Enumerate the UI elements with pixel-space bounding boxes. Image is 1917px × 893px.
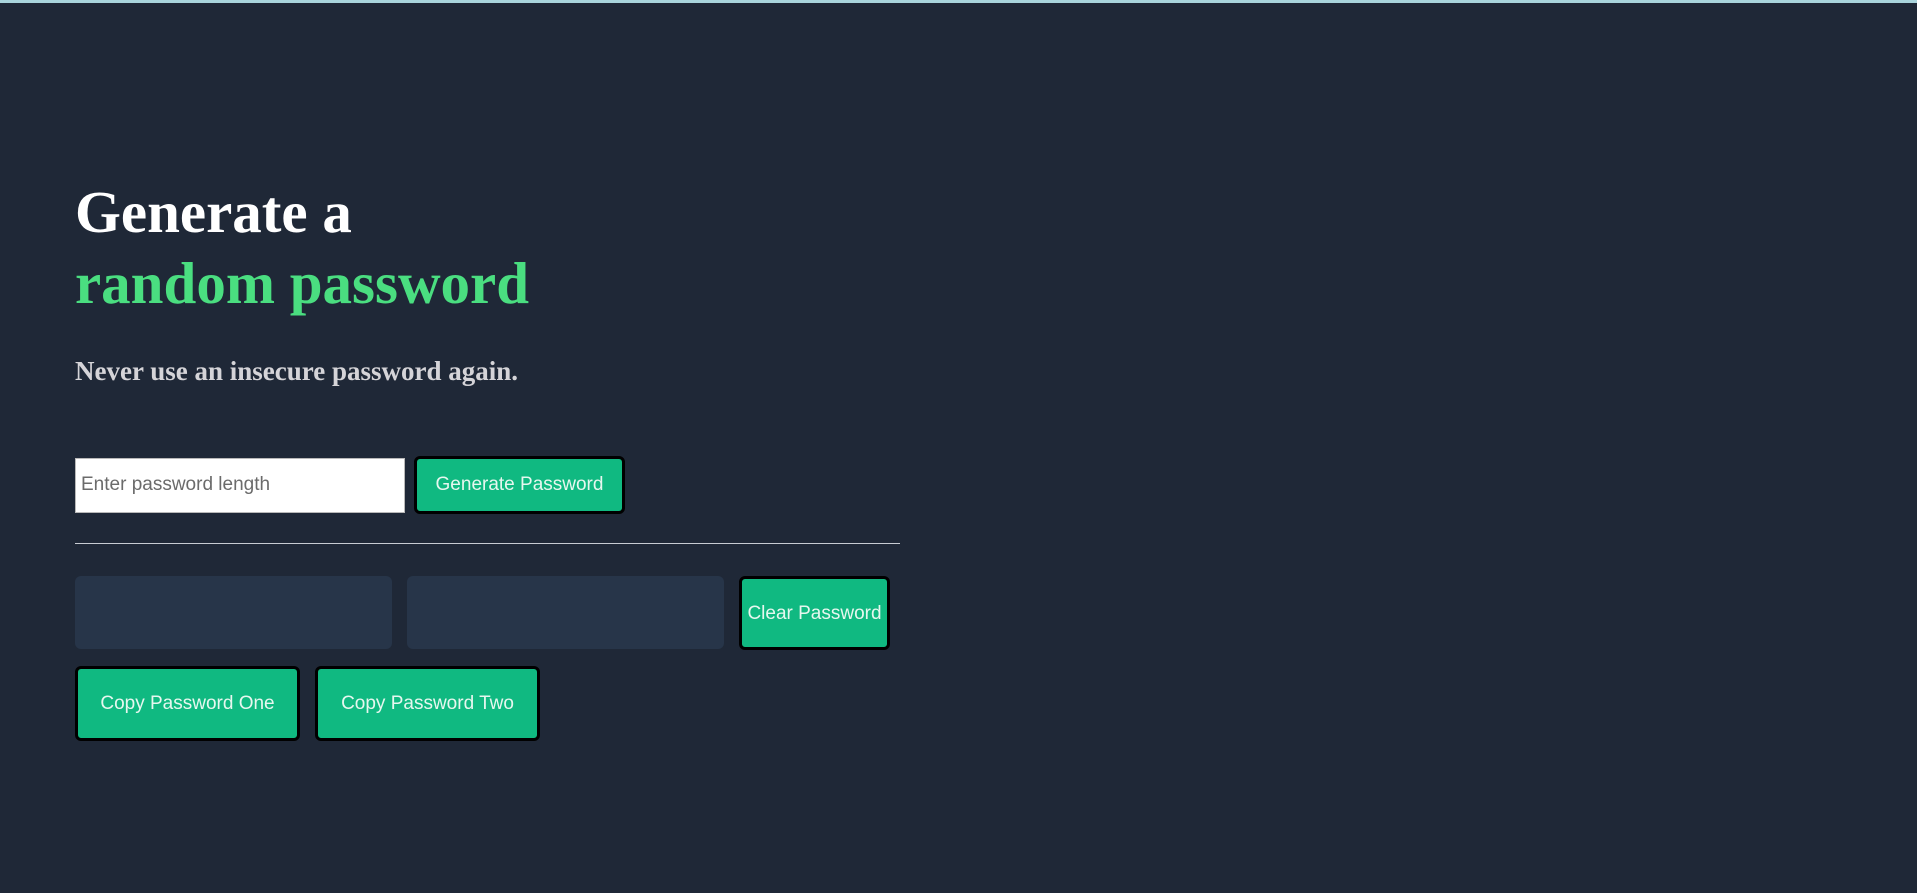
copy-buttons-row: Copy Password One Copy Password Two (75, 666, 540, 741)
title-line-one: Generate a (75, 179, 352, 245)
copy-password-one-button[interactable]: Copy Password One (75, 666, 300, 741)
password-two-output[interactable] (407, 576, 724, 649)
title-accent-line: random password (75, 250, 530, 316)
password-length-input[interactable] (75, 457, 405, 513)
generate-controls: Generate Password (75, 456, 625, 514)
generate-password-button[interactable]: Generate Password (414, 456, 625, 514)
password-output-row: Clear Password (75, 576, 890, 650)
copy-password-two-button[interactable]: Copy Password Two (315, 666, 540, 741)
page-title: Generate a random password (75, 177, 900, 319)
top-border-strip (0, 0, 1917, 3)
hero-section: Generate a random password Never use an … (75, 177, 900, 387)
password-one-output[interactable] (75, 576, 392, 649)
divider (75, 543, 900, 544)
clear-password-button[interactable]: Clear Password (739, 576, 890, 650)
page-subtitle: Never use an insecure password again. (75, 356, 519, 386)
